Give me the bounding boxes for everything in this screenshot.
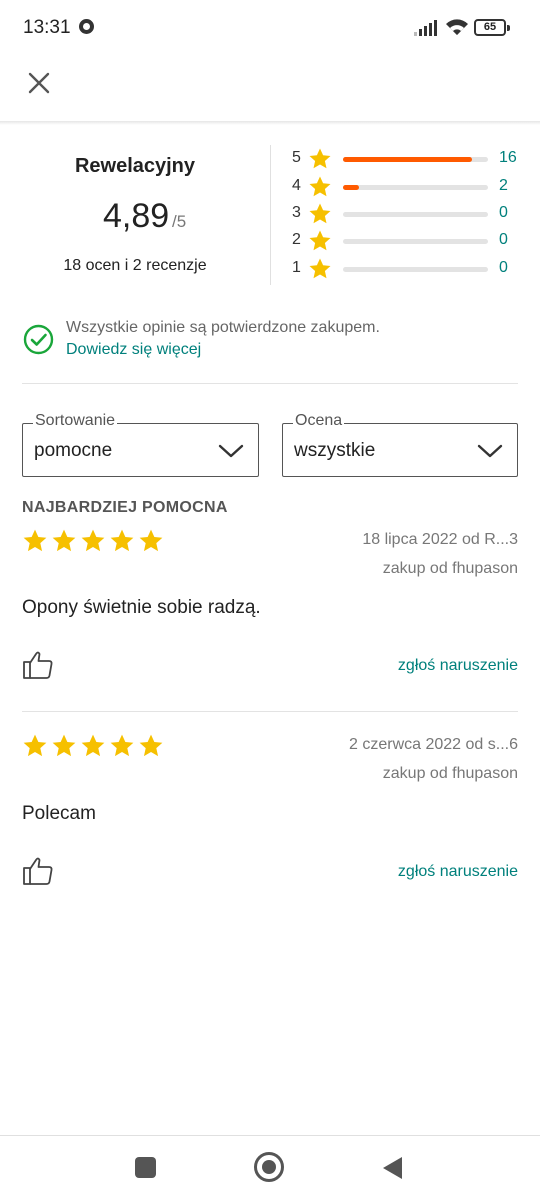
star-icon: [309, 258, 331, 279]
star-icon: [309, 203, 331, 224]
signal-icon: [414, 20, 437, 36]
distribution-row[interactable]: 5 16: [292, 147, 522, 171]
verified-notice: Wszystkie opinie są potwierdzone zakupem…: [66, 319, 380, 336]
rating-value: wszystkie: [294, 440, 376, 461]
distribution-stars: 2: [292, 231, 301, 248]
report-link[interactable]: zgłoś naruszenie: [398, 657, 518, 675]
check-circle-icon: [23, 324, 54, 355]
star-icon: [309, 148, 331, 169]
distribution-bar: [343, 267, 488, 272]
distribution-bar-fill: [343, 185, 359, 190]
sort-select[interactable]: Sortowanie pomocne: [22, 412, 259, 477]
review-date: 18 lipca 2022 od R...3: [362, 531, 518, 548]
screen-record-icon: [79, 19, 94, 34]
rating-count: 18 ocen i 2 recenzje: [63, 257, 207, 274]
review-date: 2 czerwca 2022 od s...6: [349, 736, 518, 753]
star-icon: [52, 529, 76, 552]
distribution-count: 16: [499, 149, 517, 166]
status-bar: 13:31 65: [0, 0, 540, 56]
rating-max: /5: [172, 212, 187, 231]
recents-button[interactable]: [135, 1157, 156, 1178]
distribution-count: 0: [499, 231, 508, 248]
thumbs-up-icon[interactable]: [22, 856, 54, 886]
distribution-bar: [343, 239, 488, 244]
distribution-count: 0: [499, 259, 508, 276]
distribution-stars: 1: [292, 259, 301, 276]
star-icon: [23, 529, 47, 552]
star-icon: [139, 529, 163, 552]
distribution-stars: 4: [292, 177, 301, 194]
distribution-bar: [343, 212, 488, 217]
summary-divider: [270, 145, 271, 285]
chevron-down-icon: [218, 444, 244, 458]
star-icon: [81, 529, 105, 552]
star-icon: [110, 734, 134, 757]
star-icon: [110, 529, 134, 552]
sort-value: pomocne: [34, 440, 113, 461]
review-rating: [22, 733, 164, 759]
divider: [22, 711, 518, 712]
wifi-icon: [446, 19, 468, 35]
distribution-row[interactable]: 3 0: [292, 202, 522, 226]
distribution-count: 2: [499, 177, 508, 194]
section-heading: NAJBARDZIEJ POMOCNA: [22, 499, 228, 516]
review-text: Opony świetnie sobie radzą.: [22, 597, 261, 618]
rating-label: Ocena: [293, 412, 345, 430]
close-icon[interactable]: [24, 68, 54, 98]
thumbs-up-icon[interactable]: [22, 650, 54, 680]
header-divider: [0, 121, 540, 125]
distribution-stars: 3: [292, 204, 301, 221]
review-text: Polecam: [22, 803, 96, 824]
sort-label: Sortowanie: [33, 412, 118, 430]
star-icon: [81, 734, 105, 757]
star-icon: [309, 176, 331, 197]
distribution-row[interactable]: 1 0: [292, 257, 522, 281]
distribution-bar: [343, 185, 488, 190]
review-seller: zakup od fhupason: [382, 765, 518, 782]
report-link[interactable]: zgłoś naruszenie: [398, 863, 518, 881]
back-button[interactable]: [380, 1155, 404, 1181]
rating-score: 4,89: [103, 197, 170, 235]
star-icon: [52, 734, 76, 757]
distribution-row[interactable]: 4 2: [292, 175, 522, 199]
status-time: 13:31: [23, 17, 71, 38]
distribution-stars: 5: [292, 149, 301, 166]
review-seller: zakup od fhupason: [382, 560, 518, 577]
distribution-row[interactable]: 2 0: [292, 229, 522, 253]
distribution-bar-fill: [343, 157, 473, 162]
learn-more-link[interactable]: Dowiedz się więcej: [66, 341, 201, 359]
review-rating: [22, 528, 164, 554]
star-icon: [139, 734, 163, 757]
star-icon: [23, 734, 47, 757]
chevron-down-icon: [477, 444, 503, 458]
system-nav-bar: [0, 1135, 540, 1200]
divider: [22, 383, 518, 384]
distribution-bar: [343, 157, 488, 162]
distribution-count: 0: [499, 204, 508, 221]
rating-select[interactable]: Ocena wszystkie: [282, 412, 518, 477]
rating-title: Rewelacyjny: [74, 155, 196, 177]
battery-icon: 65: [474, 19, 510, 36]
home-button[interactable]: [254, 1152, 284, 1182]
star-icon: [309, 230, 331, 251]
